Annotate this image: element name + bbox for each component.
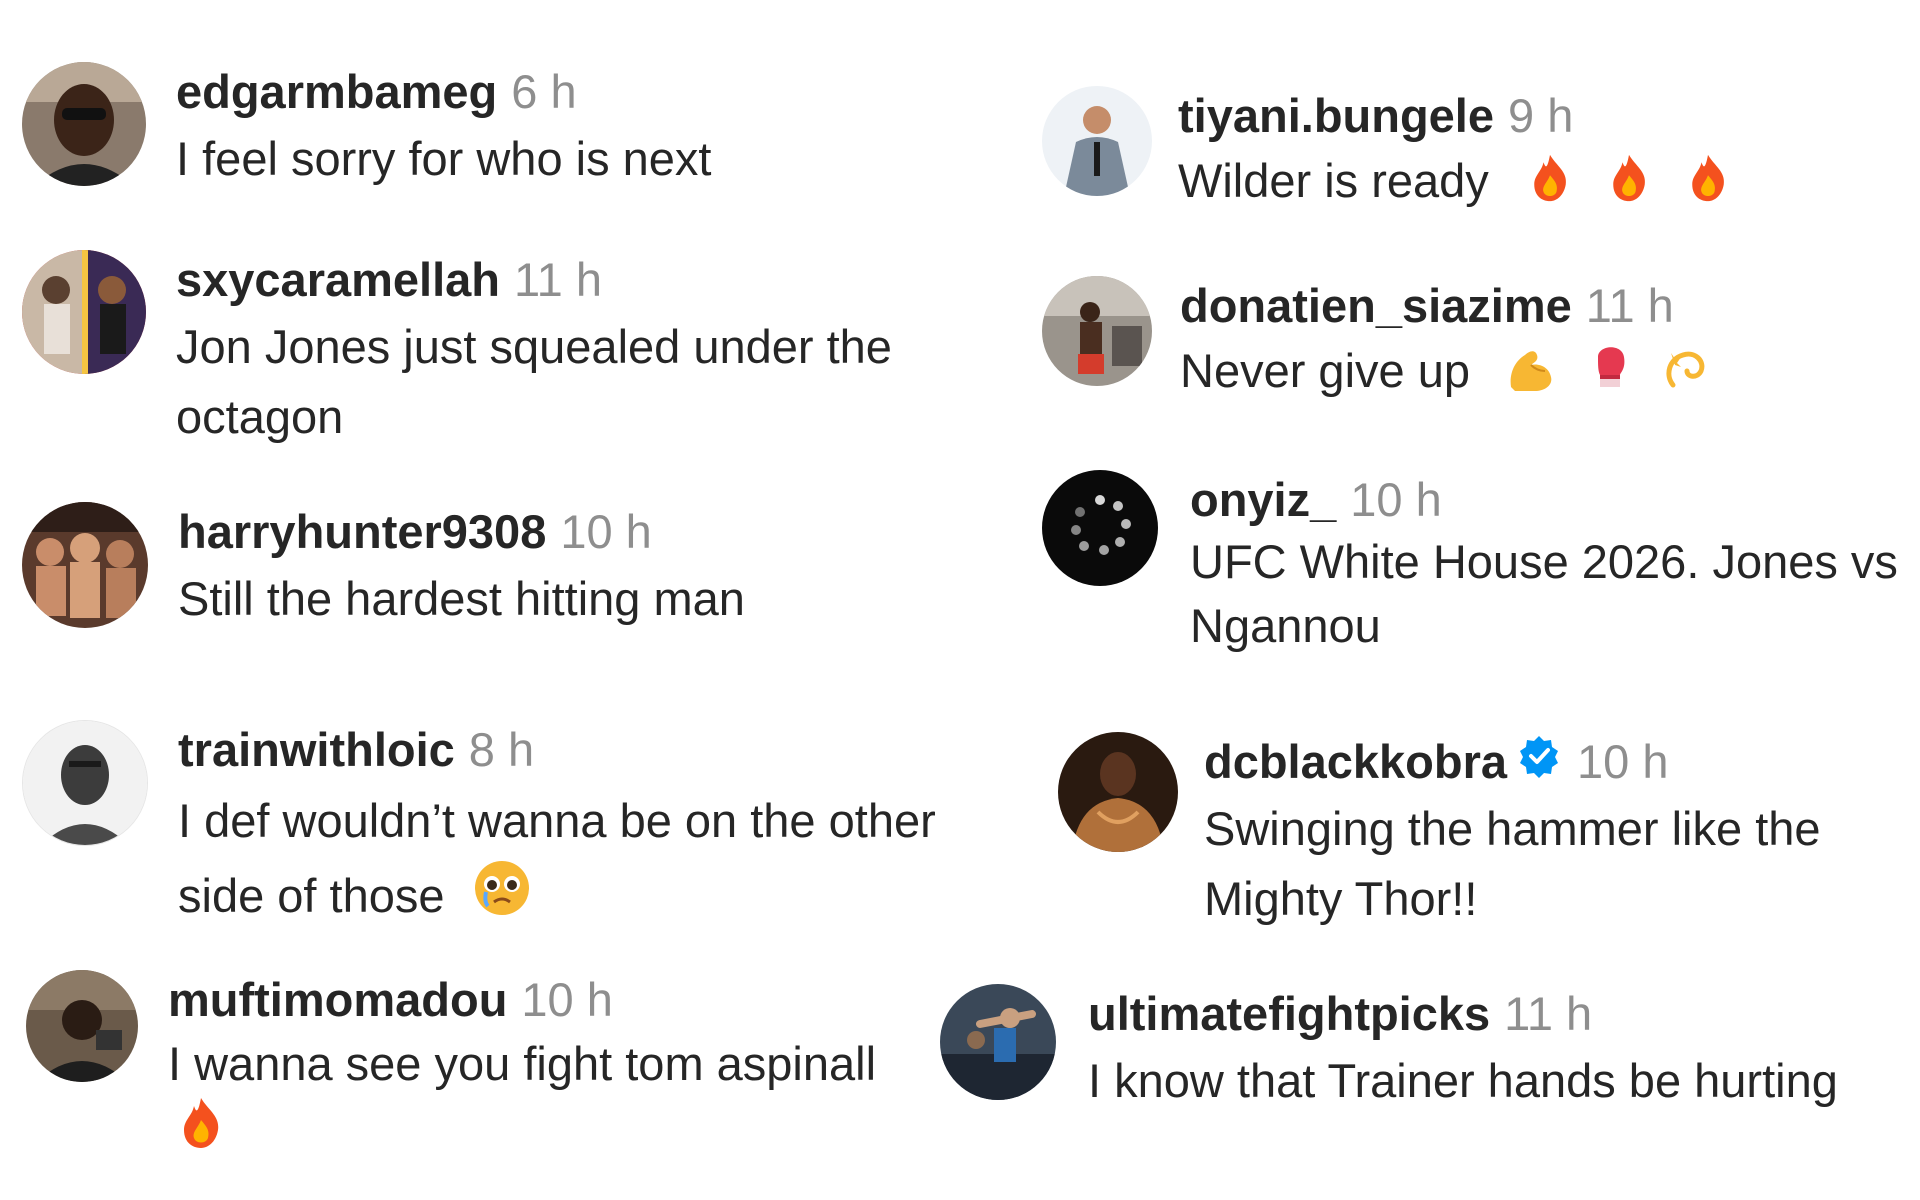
flexed-biceps-emoji-icon (1505, 343, 1557, 393)
comment-item: tiyani.bungele 9 h Wilder is ready (1042, 86, 1730, 216)
comment-text: I feel sorry for who is next (176, 132, 712, 185)
username[interactable]: muftimomadou (168, 970, 507, 1030)
comment-item: harryhunter9308 10 h Still the hardest h… (22, 502, 878, 634)
comment-item: dcblackkobra 10 h Swinging the hammer li… (1058, 732, 1920, 934)
fire-emoji-icon (1607, 153, 1651, 203)
avatar[interactable] (22, 720, 148, 846)
fire-emoji-icon (1686, 153, 1730, 203)
comment-item: ultimatefightpicks 11 h I know that Trai… (940, 984, 1920, 1116)
username[interactable]: edgarmbameg (176, 62, 497, 122)
timestamp[interactable]: 8 h (469, 720, 534, 780)
fire-emoji-icon (178, 1096, 224, 1150)
verified-badge-icon (1517, 732, 1561, 792)
timestamp[interactable]: 10 h (560, 502, 651, 562)
comment-item: sxycaramellah 11 h Jon Jones just squeal… (22, 250, 996, 452)
avatar[interactable] (1042, 470, 1158, 586)
avatar[interactable] (22, 502, 148, 628)
avatar[interactable] (22, 62, 146, 186)
timestamp[interactable]: 11 h (514, 250, 602, 310)
timestamp[interactable]: 6 h (511, 62, 576, 122)
username[interactable]: ultimatefightpicks (1088, 984, 1490, 1044)
timestamp[interactable]: 10 h (1577, 732, 1668, 792)
comment-text: I def wouldn’t wanna be on the other sid… (178, 794, 936, 922)
comment-text: Swinging the hammer like the Mighty Thor… (1204, 802, 1821, 925)
comment-item: muftimomadou 10 h I wanna see you fight … (26, 970, 928, 1160)
username[interactable]: donatien_siazime (1180, 276, 1572, 336)
comment-item: trainwithloic 8 h I def wouldn’t wanna b… (22, 720, 998, 933)
username[interactable]: sxycaramellah (176, 250, 500, 310)
comment-text: Jon Jones just squealed under the octago… (176, 320, 892, 443)
timestamp[interactable]: 11 h (1586, 276, 1674, 336)
boxing-glove-emoji-icon (1590, 339, 1630, 393)
pleading-face-emoji-icon (472, 858, 532, 918)
comment-text: UFC White House 2026. Jones vs Ngannou (1190, 535, 1898, 652)
avatar[interactable] (940, 984, 1056, 1100)
username[interactable]: harryhunter9308 (178, 502, 546, 562)
comment-text: Still the hardest hitting man (178, 572, 745, 625)
comment-text: I know that Trainer hands be hurting (1088, 1054, 1838, 1107)
username[interactable]: trainwithloic (178, 720, 455, 780)
dizzy-emoji-icon (1663, 345, 1711, 393)
avatar[interactable] (1042, 86, 1152, 196)
fire-emoji-icon (1528, 153, 1572, 203)
avatar[interactable] (1042, 276, 1152, 386)
comment-item: donatien_siazime 11 h Never give up (1042, 276, 1711, 406)
username[interactable]: dcblackkobra (1204, 732, 1507, 792)
username[interactable]: onyiz_ (1190, 470, 1336, 530)
avatar[interactable] (1058, 732, 1178, 852)
comment-item: edgarmbameg 6 h I feel sorry for who is … (22, 62, 776, 194)
timestamp[interactable]: 11 h (1504, 984, 1592, 1044)
avatar[interactable] (26, 970, 138, 1082)
timestamp[interactable]: 10 h (1350, 470, 1441, 530)
timestamp[interactable]: 10 h (521, 970, 612, 1030)
timestamp[interactable]: 9 h (1508, 86, 1573, 146)
comment-text: Never give up (1180, 344, 1470, 397)
username[interactable]: tiyani.bungele (1178, 86, 1494, 146)
avatar[interactable] (22, 250, 146, 374)
comment-text: I wanna see you fight tom aspinall (168, 1037, 877, 1090)
comment-item: onyiz_ 10 h UFC White House 2026. Jones … (1042, 470, 1920, 658)
comment-text: Wilder is ready (1178, 154, 1489, 207)
